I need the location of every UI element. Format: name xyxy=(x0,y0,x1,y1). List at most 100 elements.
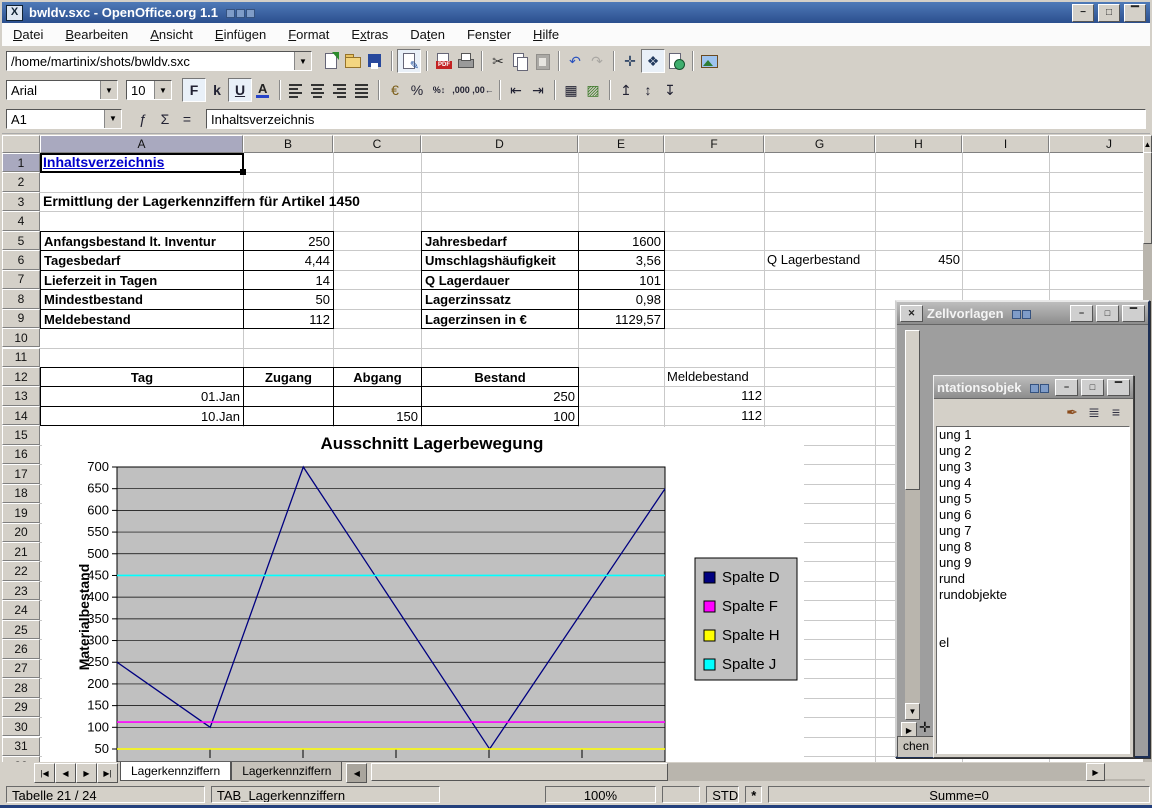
valign-center-button[interactable]: ↕ xyxy=(637,79,659,101)
cell-D6[interactable]: Umschlagshäufigkeit xyxy=(421,250,579,270)
row-header-3[interactable]: 3 xyxy=(2,192,40,211)
decrease-indent-button[interactable]: ⇤ xyxy=(505,79,527,101)
row-header-21[interactable]: 21 xyxy=(2,542,40,561)
cell-B8[interactable]: 50 xyxy=(243,289,334,309)
cell-B9[interactable]: 112 xyxy=(243,309,334,329)
new-document-icon[interactable] xyxy=(320,50,342,72)
cell-D8[interactable]: Lagerzinssatz xyxy=(421,289,579,309)
style-list-item[interactable]: ung 9 xyxy=(937,555,1129,571)
row-header-31[interactable]: 31 xyxy=(2,737,40,756)
add-decimal-button[interactable]: ,000 xyxy=(450,79,472,101)
select-all-corner[interactable] xyxy=(2,135,40,153)
number-standard-button[interactable]: %↕ xyxy=(428,79,450,101)
cell-E5[interactable]: 1600 xyxy=(578,231,665,251)
maximize-button[interactable]: □ xyxy=(1098,4,1120,22)
row-header-18[interactable]: 18 xyxy=(2,484,40,503)
font-name-combobox[interactable]: Arial ▼ xyxy=(6,80,118,100)
row-header-30[interactable]: 30 xyxy=(2,717,40,736)
font-name-value[interactable]: Arial xyxy=(7,81,100,99)
row-header-2[interactable]: 2 xyxy=(2,172,40,191)
align-right-button[interactable] xyxy=(329,79,351,101)
underline-button[interactable]: U xyxy=(228,78,252,102)
increase-indent-button[interactable]: ⇥ xyxy=(527,79,549,101)
menu-item-hilfe[interactable]: Hilfe xyxy=(522,24,570,45)
row-header-14[interactable]: 14 xyxy=(2,406,40,425)
cell-E6[interactable]: 3,56 xyxy=(578,250,665,270)
cell-G6[interactable]: Q Lagerbestand xyxy=(764,250,863,270)
row-header-19[interactable]: 19 xyxy=(2,503,40,522)
title-bar[interactable]: X bwldv.sxc - OpenOffice.org 1.1 −□▔ xyxy=(2,2,1150,23)
font-size-value[interactable]: 10 xyxy=(127,81,154,99)
cell-D9[interactable]: Lagerzinsen in € xyxy=(421,309,579,329)
row-header-7[interactable]: 7 xyxy=(2,270,40,289)
row-header-24[interactable]: 24 xyxy=(2,600,40,619)
align-justify-button[interactable] xyxy=(351,79,373,101)
function-wizard-icon[interactable]: ƒ xyxy=(132,108,154,130)
row-header-16[interactable]: 16 xyxy=(2,445,40,464)
hscroll-thumb[interactable] xyxy=(371,763,668,781)
url-dropdown-icon[interactable]: ▼ xyxy=(294,52,311,70)
stylist-scroll-thumb[interactable] xyxy=(905,330,920,490)
undo-icon[interactable]: ↶ xyxy=(564,50,586,72)
hidden-sheet-tab[interactable]: chen xyxy=(897,736,935,757)
vscroll-thumb[interactable] xyxy=(1143,152,1152,244)
prev-sheet-button[interactable]: ◀ xyxy=(55,763,76,783)
maximize-button[interactable]: □ xyxy=(1096,305,1119,322)
cell-A5[interactable]: Anfangsbestand lt. Inventur xyxy=(40,231,244,251)
cell-B12[interactable]: Zugang xyxy=(243,367,334,387)
maximize-button[interactable]: □ xyxy=(1081,379,1104,396)
style-list-item[interactable]: ung 6 xyxy=(937,507,1129,523)
font-size-combobox[interactable]: 10 ▼ xyxy=(126,80,172,100)
scroll-up-icon[interactable]: ▲ xyxy=(1143,135,1152,153)
menu-item-datei[interactable]: Datei xyxy=(2,24,54,45)
cell-A14[interactable]: 10.Jan xyxy=(40,406,244,426)
row-header-1[interactable]: 1 xyxy=(2,153,40,172)
number-currency-button[interactable]: € xyxy=(384,79,406,101)
styles-window-title-bar[interactable]: ntationsobjek −□▔ xyxy=(934,376,1133,399)
cell-A9[interactable]: Meldebestand xyxy=(40,309,244,329)
cell-D14[interactable]: 100 xyxy=(421,406,579,426)
cell-B14[interactable] xyxy=(243,406,334,426)
close-icon[interactable]: ✕ xyxy=(900,305,923,322)
menu-item-bearbeiten[interactable]: Bearbeiten xyxy=(54,24,139,45)
menu-item-format[interactable]: Format xyxy=(277,24,340,45)
row-header-10[interactable]: 10 xyxy=(2,328,40,347)
column-header-B[interactable]: B xyxy=(243,135,333,153)
align-center-button[interactable] xyxy=(307,79,329,101)
borders-button[interactable]: ▦ xyxy=(560,79,582,101)
row-header-13[interactable]: 13 xyxy=(2,386,40,405)
selection-mode[interactable]: STD xyxy=(706,786,739,803)
cell-A7[interactable]: Lieferzeit in Tagen xyxy=(40,270,244,290)
fill-format-mode-icon[interactable]: ✒ xyxy=(1061,401,1083,423)
export-pdf-icon[interactable] xyxy=(432,50,454,72)
new-style-icon[interactable]: ≣ xyxy=(1083,401,1105,423)
style-list-item[interactable]: ung 4 xyxy=(937,475,1129,491)
menu-item-extras[interactable]: Extras xyxy=(340,24,399,45)
cell-B5[interactable]: 250 xyxy=(243,231,334,251)
valign-top-button[interactable]: ↥ xyxy=(615,79,637,101)
row-header-11[interactable]: 11 xyxy=(2,348,40,367)
open-icon[interactable] xyxy=(342,50,364,72)
cell-D12[interactable]: Bestand xyxy=(421,367,579,387)
column-header-C[interactable]: C xyxy=(333,135,421,153)
style-list-item[interactable]: ung 2 xyxy=(937,443,1129,459)
embedded-chart[interactable]: Ausschnitt Lagerbewegung7006506005505004… xyxy=(42,427,804,762)
rollup-button[interactable]: ▔ xyxy=(1122,305,1145,322)
row-header-25[interactable]: 25 xyxy=(2,620,40,639)
cell-D13[interactable]: 250 xyxy=(421,386,579,406)
formula-input-value[interactable]: Inhaltsverzeichnis xyxy=(207,110,1145,128)
font-name-dropdown-icon[interactable]: ▼ xyxy=(100,81,117,99)
menu-item-einfügen[interactable]: Einfügen xyxy=(204,24,277,45)
name-box[interactable]: A1 ▼ xyxy=(6,109,122,129)
column-header-F[interactable]: F xyxy=(664,135,764,153)
cell-E8[interactable]: 0,98 xyxy=(578,289,665,309)
cell-F14[interactable]: 112 xyxy=(664,406,765,426)
style-list-item[interactable]: ung 5 xyxy=(937,491,1129,507)
cell-F12[interactable]: Meldebestand xyxy=(664,367,752,387)
row-header-29[interactable]: 29 xyxy=(2,698,40,717)
cell-E7[interactable]: 101 xyxy=(578,270,665,290)
cut-icon[interactable]: ✂ xyxy=(487,50,509,72)
url-combobox[interactable]: /home/martinix/shots/bwldv.sxc ▼ xyxy=(6,51,312,71)
cell-A12[interactable]: Tag xyxy=(40,367,244,387)
cell-C12[interactable]: Abgang xyxy=(333,367,422,387)
